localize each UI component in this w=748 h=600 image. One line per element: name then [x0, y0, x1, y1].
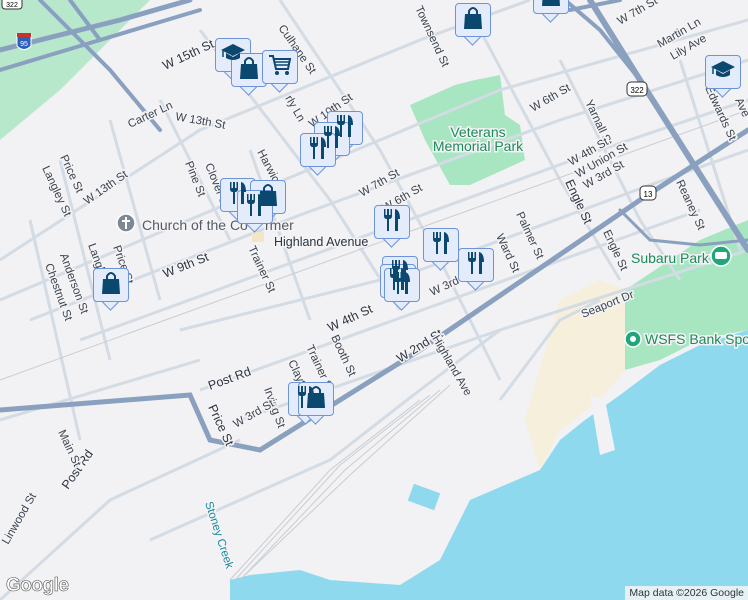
marker-box [262, 50, 298, 84]
restaurant-marker[interactable] [423, 228, 461, 274]
delaware-river [230, 330, 748, 600]
street-label: Palmer St [513, 210, 546, 262]
us322-shield: 322 [626, 81, 648, 97]
svg-text:322: 322 [630, 86, 644, 95]
street-label: Post Rd [206, 364, 253, 392]
marker-box [705, 55, 741, 89]
restaurant-icon [307, 136, 329, 165]
shopping-icon [305, 385, 327, 414]
grocery-cart-marker[interactable] [262, 50, 300, 96]
shopping-marker[interactable] [533, 0, 571, 26]
google-logo: Google [6, 575, 70, 597]
restaurant-icon [391, 271, 413, 300]
shopping-marker[interactable] [455, 3, 493, 49]
marker-box [455, 3, 491, 37]
subaru-park-label[interactable]: Subaru Park [630, 249, 712, 268]
shopping-marker[interactable] [93, 268, 131, 314]
street-label: Ward St [493, 232, 522, 275]
grocery-cart-icon [268, 54, 292, 81]
pond [407, 483, 441, 511]
veterans-park-label-2[interactable]: Memorial Park [431, 137, 525, 156]
stadium-icon [710, 245, 732, 267]
street-label: W 7th St [616, 0, 661, 28]
svg-text:13: 13 [644, 190, 653, 199]
us13-shield: 13 [639, 185, 657, 201]
restaurant-icon [244, 193, 266, 222]
marker-box [458, 248, 494, 282]
us322-shield-top: 322 [1, 0, 23, 10]
marker-box [423, 228, 459, 262]
street-label: W 15th St [160, 37, 216, 73]
highland-avenue-station-label[interactable]: Highland Avenue [273, 234, 370, 251]
i95-shield: 95 [16, 33, 32, 50]
pin-icon [624, 330, 642, 348]
street-label: Engle St [600, 228, 630, 273]
street-label: W 9th St [161, 250, 211, 281]
shopping-icon [540, 0, 562, 12]
street-label: Townsend St [412, 4, 451, 69]
marker-box [533, 0, 569, 14]
restaurant-icon [465, 251, 487, 280]
street-label: W 13th St [82, 168, 131, 207]
street-label: rly Ln [282, 94, 306, 124]
restaurant-icon [381, 208, 403, 237]
marker-box [374, 205, 410, 239]
street-label: Linwood St [0, 491, 39, 547]
wsfs-bank-sportsplex-label[interactable]: WSFS Bank Spo [644, 330, 748, 349]
street-label: Booth St [328, 333, 358, 379]
restaurant-marker[interactable] [374, 205, 412, 251]
svg-text:95: 95 [20, 41, 28, 48]
shopping-icon [100, 271, 122, 300]
restaurant-icon [430, 231, 452, 260]
marker-box [93, 268, 129, 302]
street-label: Reaney St [673, 178, 707, 232]
education-marker[interactable] [705, 55, 743, 101]
restaurant-marker[interactable] [458, 248, 496, 294]
street-label: Highland Ave [429, 334, 473, 399]
svg-text:322: 322 [6, 2, 18, 9]
map-attribution[interactable]: Map data ©2026 Google [625, 586, 748, 600]
shopping-icon [238, 56, 260, 85]
education-icon [710, 60, 736, 85]
street-label: W 6th St [529, 82, 574, 115]
shopping-icon [462, 6, 484, 35]
